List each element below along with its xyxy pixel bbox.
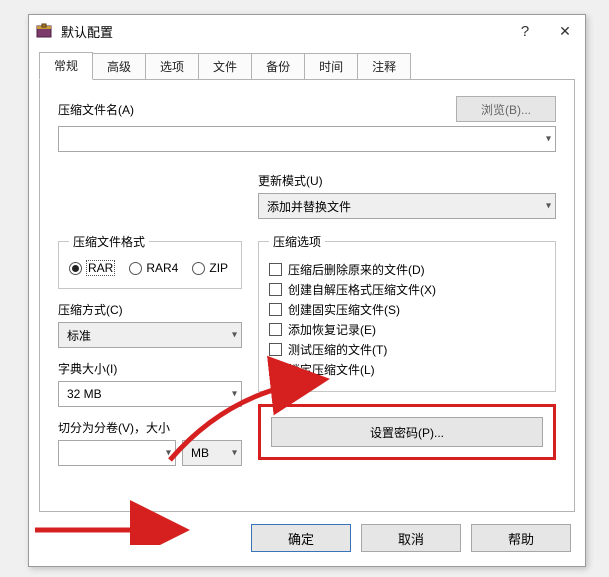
- split-label: 切分为分卷(V)，大小: [58, 419, 242, 436]
- chevron-down-icon: ▾: [546, 134, 551, 145]
- chevron-down-icon: ▾: [232, 330, 237, 341]
- dict-select[interactable]: 32 MB ▾: [58, 381, 242, 407]
- update-mode-value: 添加并替换文件: [267, 198, 351, 215]
- help-button[interactable]: ?: [505, 15, 545, 47]
- method-select[interactable]: 标准 ▾: [58, 322, 242, 348]
- chevron-down-icon: ▾: [546, 201, 551, 212]
- tab-comment[interactable]: 注释: [357, 53, 411, 80]
- method-value: 标准: [67, 327, 91, 344]
- radio-icon: [192, 262, 205, 275]
- default-profile-dialog: 默认配置 ? ✕ 常规 高级 选项 文件 备份 时间 注释 压缩文件名(A) 浏…: [28, 14, 586, 567]
- password-highlight-box: 设置密码(P)...: [258, 404, 556, 460]
- chevron-down-icon: ▾: [232, 389, 237, 400]
- tab-backup[interactable]: 备份: [251, 53, 305, 80]
- opt-lock[interactable]: 锁定压缩文件(L): [269, 361, 545, 378]
- checkbox-icon: [269, 343, 282, 356]
- method-label: 压缩方式(C): [58, 301, 242, 318]
- checkbox-icon: [269, 283, 282, 296]
- format-legend: 压缩文件格式: [69, 233, 149, 250]
- app-icon: [35, 22, 53, 40]
- cancel-button[interactable]: 取消: [361, 524, 461, 552]
- opt-recovery[interactable]: 添加恢复记录(E): [269, 321, 545, 338]
- opt-delete-after[interactable]: 压缩后删除原来的文件(D): [269, 261, 545, 278]
- tab-options[interactable]: 选项: [145, 53, 199, 80]
- format-radio-zip[interactable]: ZIP: [192, 261, 228, 275]
- chevron-down-icon: ▾: [166, 448, 171, 459]
- chevron-down-icon: ▾: [232, 448, 237, 459]
- dict-label: 字典大小(I): [58, 360, 242, 377]
- window-title: 默认配置: [61, 22, 505, 41]
- tab-general[interactable]: 常规: [39, 52, 93, 80]
- options-groupbox: 压缩选项 压缩后删除原来的文件(D) 创建自解压格式压缩文件(X) 创建固实压缩…: [258, 233, 556, 392]
- client-area: 常规 高级 选项 文件 备份 时间 注释 压缩文件名(A) 浏览(B)... ▾: [29, 47, 585, 566]
- update-mode-select[interactable]: 添加并替换文件 ▾: [258, 193, 556, 219]
- split-unit-select[interactable]: MB ▾: [182, 440, 242, 466]
- radio-icon: [69, 262, 82, 275]
- titlebar: 默认配置 ? ✕: [29, 15, 585, 47]
- update-mode-label: 更新模式(U): [258, 172, 556, 189]
- close-button[interactable]: ✕: [545, 15, 585, 47]
- opt-test[interactable]: 测试压缩的文件(T): [269, 341, 545, 358]
- ok-button[interactable]: 确定: [251, 524, 351, 552]
- browse-button[interactable]: 浏览(B)...: [456, 96, 556, 122]
- checkbox-icon: [269, 323, 282, 336]
- tab-pane-general: 压缩文件名(A) 浏览(B)... ▾ 更新模式(U) 添加并替换文件 ▾: [39, 79, 575, 512]
- left-spacer-upper: [58, 172, 258, 219]
- split-unit-value: MB: [191, 446, 209, 460]
- dict-value: 32 MB: [67, 387, 102, 401]
- opt-solid[interactable]: 创建固实压缩文件(S): [269, 301, 545, 318]
- dialog-button-row: 确定 取消 帮助: [39, 512, 575, 556]
- tab-strip: 常规 高级 选项 文件 备份 时间 注释: [39, 53, 575, 79]
- tab-files[interactable]: 文件: [198, 53, 252, 80]
- filename-combobox[interactable]: ▾: [58, 126, 556, 152]
- checkbox-icon: [269, 263, 282, 276]
- radio-icon: [129, 262, 142, 275]
- checkbox-icon: [269, 303, 282, 316]
- format-radio-rar4[interactable]: RAR4: [129, 261, 178, 275]
- format-radio-rar[interactable]: RAR: [69, 260, 115, 276]
- options-legend: 压缩选项: [269, 233, 325, 250]
- format-groupbox: 压缩文件格式 RAR RAR4: [58, 233, 242, 289]
- filename-label: 压缩文件名(A): [58, 101, 446, 118]
- set-password-button[interactable]: 设置密码(P)...: [271, 417, 543, 447]
- filename-row: 压缩文件名(A) 浏览(B)...: [58, 96, 556, 122]
- tab-advanced[interactable]: 高级: [92, 53, 146, 80]
- help-dialog-button[interactable]: 帮助: [471, 524, 571, 552]
- split-size-combobox[interactable]: ▾: [58, 440, 176, 466]
- tab-time[interactable]: 时间: [304, 53, 358, 80]
- opt-sfx[interactable]: 创建自解压格式压缩文件(X): [269, 281, 545, 298]
- checkbox-icon: [269, 363, 282, 376]
